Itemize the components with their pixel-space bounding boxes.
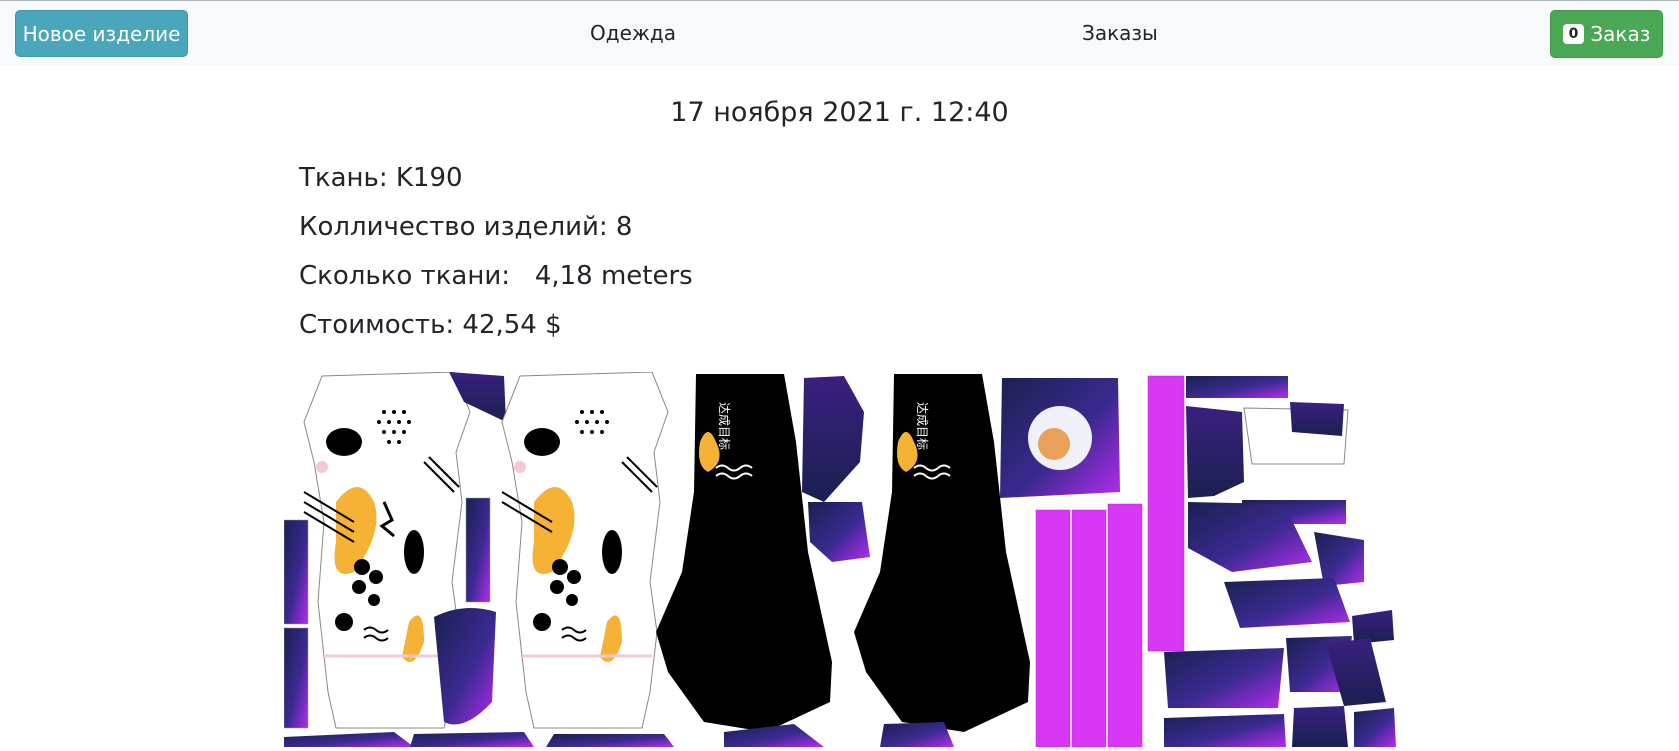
magenta-strip [1147, 375, 1185, 652]
svg-text:达成目标: 达成目标 [915, 402, 929, 450]
pattern-piece [1164, 714, 1286, 747]
pattern-piece [802, 376, 864, 502]
nav-link-clothes[interactable]: Одежда [590, 21, 676, 45]
svg-text:达成目标: 达成目标 [717, 402, 731, 450]
pattern-piece [1164, 648, 1284, 708]
navbar: Новое изделие Одежда Заказы 0 Заказ [0, 1, 1679, 65]
magenta-strip [1035, 509, 1071, 748]
pattern-piece [1224, 578, 1350, 628]
new-item-button[interactable]: Новое изделие [15, 10, 188, 57]
pattern-piece [880, 722, 954, 747]
pattern-piece [1326, 638, 1386, 706]
pattern-piece [1292, 706, 1348, 747]
pattern-piece [1186, 406, 1244, 498]
pattern-piece [1354, 708, 1396, 747]
white-print-panel [501, 371, 669, 729]
pattern-piece [1352, 610, 1394, 644]
quantity-info: Колличество изделий: 8 [299, 212, 633, 242]
pattern-strip [283, 627, 309, 729]
order-cart-button[interactable]: 0 Заказ [1550, 10, 1663, 58]
pattern-strip [1186, 376, 1288, 398]
pattern-layout-image: 达成目标 达成目标 [283, 371, 1400, 748]
pattern-piece [284, 732, 414, 747]
pattern-piece [1314, 532, 1364, 586]
character-print [1038, 428, 1070, 460]
magenta-strip [1071, 509, 1107, 748]
pattern-piece [410, 732, 534, 747]
cost-info: Стоимость: 42,54 $ [299, 310, 562, 340]
pattern-strip [465, 497, 491, 603]
pattern-piece [434, 608, 496, 725]
fabric-amount-info: Сколько ткани: 4,18 meters [299, 261, 693, 291]
nav-link-orders[interactable]: Заказы [1082, 21, 1158, 45]
pattern-layout-svg: 达成目标 达成目标 [283, 371, 1396, 748]
pattern-piece [808, 502, 870, 562]
new-item-label: Новое изделие [22, 21, 181, 46]
pattern-piece [1290, 402, 1344, 436]
order-cart-label: Заказ [1590, 22, 1651, 46]
pattern-strip [283, 519, 309, 625]
order-count-badge: 0 [1562, 24, 1585, 44]
magenta-strip [1107, 503, 1143, 748]
pattern-piece [546, 734, 674, 747]
fabric-info: Ткань: K190 [299, 163, 463, 193]
order-date: 17 ноября 2021 г. 12:40 [670, 97, 1009, 128]
